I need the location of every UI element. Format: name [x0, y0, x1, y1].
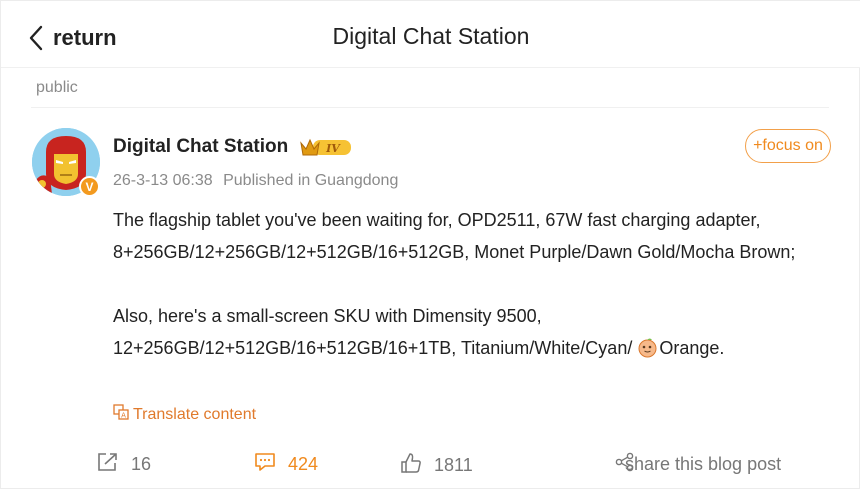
- thumbs-up-icon: [400, 452, 434, 479]
- visibility-label: public: [36, 79, 78, 96]
- post-location: Published in Guangdong: [223, 172, 399, 189]
- divider: [31, 107, 829, 108]
- like-count: 1811: [434, 455, 473, 475]
- post-actions: 16 424 1811 share this blog post: [1, 446, 860, 482]
- top-bar: return Digital Chat Station: [1, 1, 860, 68]
- orange-fruit-emoji-icon: [637, 336, 658, 358]
- comment-button[interactable]: 424: [254, 452, 318, 477]
- svg-text:A: A: [121, 412, 126, 420]
- share-button[interactable]: share this blog post: [615, 452, 781, 477]
- post-meta: 26-3-13 06:38 Published in Guangdong: [113, 172, 398, 190]
- forward-button[interactable]: 16: [97, 452, 151, 477]
- translate-icon: A: [113, 404, 133, 425]
- follow-button[interactable]: +focus on: [745, 129, 831, 163]
- post-paragraph: Also, here's a small-screen SKU with Dim…: [113, 300, 833, 364]
- forward-count: 16: [131, 454, 152, 474]
- post-paragraph-text: Orange.: [659, 338, 725, 358]
- like-button[interactable]: 1811: [400, 452, 473, 479]
- verified-badge-icon: V: [79, 176, 100, 197]
- comment-icon: [254, 452, 288, 477]
- translate-button[interactable]: A Translate content: [113, 404, 256, 425]
- forward-icon: [97, 452, 131, 477]
- app-frame: return Digital Chat Station public V Dig…: [0, 0, 860, 489]
- post-paragraph: The flagship tablet you've been waiting …: [113, 210, 796, 262]
- level-badge-text: IV: [325, 142, 341, 155]
- comment-count: 424: [288, 454, 319, 474]
- post-paragraph-text: Also, here's a small-screen SKU with Dim…: [113, 306, 633, 358]
- post-timestamp: 26-3-13 06:38: [113, 172, 213, 189]
- page-title: Digital Chat Station: [332, 23, 530, 49]
- crown-icon: IV: [299, 136, 353, 158]
- author-name[interactable]: Digital Chat Station: [113, 136, 288, 158]
- share-label: share this blog post: [625, 454, 782, 474]
- post-body: The flagship tablet you've been waiting …: [113, 204, 833, 364]
- translate-label: Translate content: [133, 405, 257, 423]
